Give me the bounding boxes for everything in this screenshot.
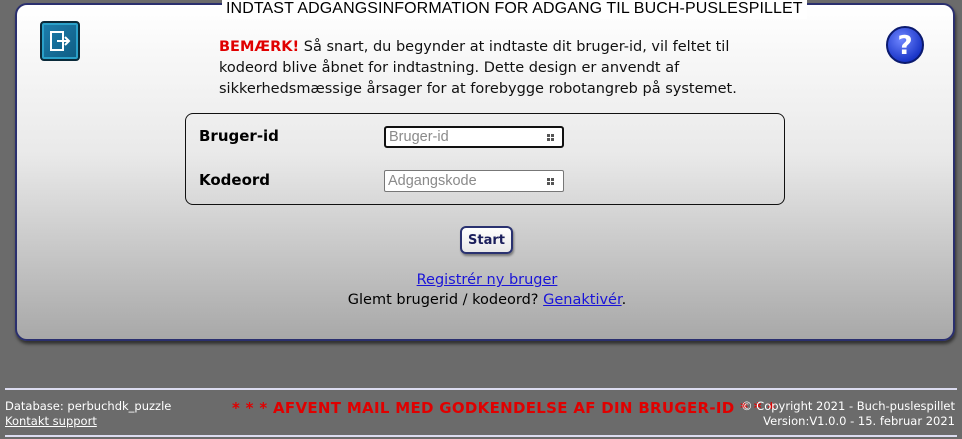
svg-text:?: ? — [897, 31, 912, 61]
exit-button[interactable] — [40, 21, 80, 61]
login-box: Bruger-id Kodeord — [185, 113, 785, 205]
copyright-text: © Copyright 2021 - Buch-puslespillet — [741, 399, 955, 413]
password-label: Kodeord — [199, 171, 271, 189]
password-input[interactable] — [384, 170, 564, 192]
notice-warning: BEMÆRK! — [219, 39, 300, 55]
footer-status: * * * AFVENT MAIL MED GODKENDELSE AF DIN… — [232, 399, 776, 417]
help-button[interactable]: ? — [885, 25, 925, 65]
reactivate-link[interactable]: Genaktivér — [543, 292, 621, 308]
user-id-input[interactable] — [384, 126, 564, 148]
keyboard-icon — [547, 178, 554, 185]
exit-icon — [50, 31, 71, 51]
footer-divider-bottom — [5, 435, 957, 437]
keyboard-icon — [547, 134, 554, 141]
register-link[interactable]: Registrér ny bruger — [417, 272, 558, 288]
help-icon: ? — [886, 26, 924, 64]
contact-support-link[interactable]: Kontakt support — [5, 414, 97, 428]
user-id-label: Bruger-id — [199, 127, 279, 145]
version-text: Version:V1.0.0 - 15. februar 2021 — [763, 414, 955, 428]
links-section: Registrér ny bruger Glemt brugerid / kod… — [17, 270, 957, 310]
database-info: Database: perbuchdk_puzzle — [5, 399, 172, 413]
notice-text: BEMÆRK! Så snart, du begynder at indtast… — [219, 37, 779, 100]
footer-right: © Copyright 2021 - Buch-puslespillet Ver… — [741, 399, 955, 429]
login-panel: INDTAST ADGANGSINFORMATION FOR ADGANG TI… — [15, 0, 957, 341]
start-button[interactable]: Start — [460, 226, 513, 254]
forgot-suffix: . — [621, 292, 627, 308]
footer-divider-top — [5, 388, 957, 390]
panel-title: INDTAST ADGANGSINFORMATION FOR ADGANG TI… — [222, 0, 807, 19]
footer-left: Database: perbuchdk_puzzle Kontakt suppo… — [5, 399, 171, 429]
forgot-text: Glemt brugerid / kodeord? — [347, 292, 544, 308]
